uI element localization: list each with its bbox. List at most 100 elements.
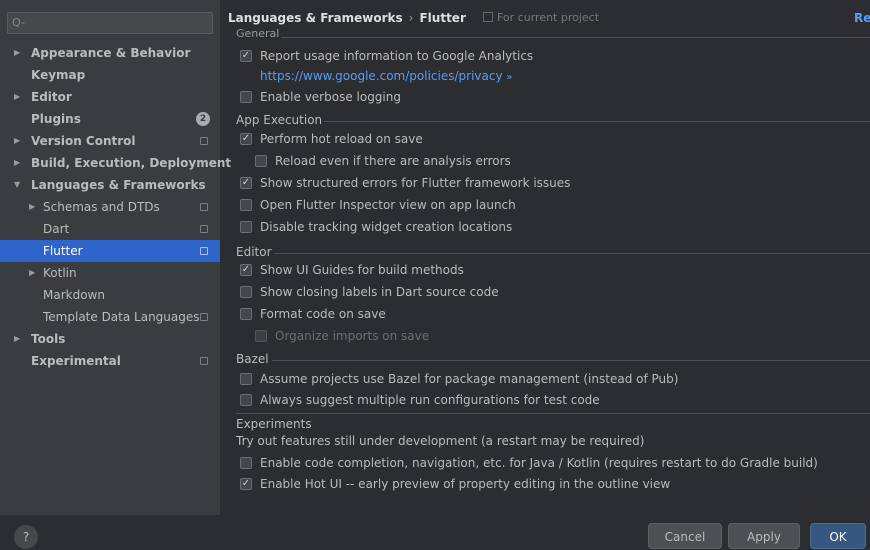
sidebar-item-template-data[interactable]: Template Data Languages (0, 306, 220, 328)
closing-labels-checkbox[interactable] (240, 286, 252, 298)
sidebar-item-build[interactable]: ▶ Build, Execution, Deployment (0, 152, 231, 174)
sidebar-item-markdown[interactable]: Markdown (0, 284, 220, 306)
section-title: Experiments (236, 417, 312, 431)
option-label: Show UI Guides for build methods (260, 263, 464, 277)
sidebar-item-label: Keymap (31, 68, 86, 82)
ui-guides-checkbox[interactable]: ✓ (240, 264, 252, 276)
option-label: Show closing labels in Dart source code (260, 285, 499, 299)
sidebar-item-experimental[interactable]: Experimental (0, 350, 220, 372)
sidebar-item-label: Appearance & Behavior (31, 46, 191, 60)
section-divider (324, 121, 870, 122)
option-label: Show structured errors for Flutter frame… (260, 176, 571, 190)
experiments-description: Try out features still under development… (236, 434, 645, 448)
expand-arrow-icon[interactable]: ▶ (14, 42, 20, 64)
sidebar-item-label: Experimental (31, 354, 121, 368)
organize-imports-checkbox (255, 330, 267, 342)
sidebar-item-label: Template Data Languages (43, 310, 200, 324)
section-title: Bazel (236, 352, 269, 366)
project-level-icon (200, 137, 208, 145)
sidebar-item-label: Flutter (43, 244, 83, 258)
project-level-icon (200, 203, 208, 211)
help-button[interactable]: ? (14, 525, 38, 549)
section-title: App Execution (236, 113, 323, 127)
sidebar-item-kotlin[interactable]: ▶ Kotlin (0, 262, 220, 284)
cancel-button[interactable]: Cancel (648, 523, 722, 549)
section-divider (281, 37, 870, 38)
section-title: General (236, 27, 280, 40)
project-level-icon (200, 313, 208, 321)
expand-arrow-icon[interactable]: ▶ (14, 130, 20, 152)
option-label: Disable tracking widget creation locatio… (260, 220, 513, 234)
sidebar-item-plugins[interactable]: Plugins 2 (0, 108, 220, 130)
sidebar-item-flutter[interactable]: Flutter (0, 240, 220, 262)
sidebar-item-dart[interactable]: Dart (0, 218, 220, 240)
sidebar-item-label: Languages & Frameworks (31, 178, 206, 192)
breadcrumb-parent[interactable]: Languages & Frameworks (228, 11, 403, 25)
sidebar-item-label: Schemas and DTDs (43, 200, 160, 214)
option-label: Organize imports on save (275, 329, 430, 343)
option-label: Enable code completion, navigation, etc.… (260, 456, 818, 470)
privacy-link-row: https://www.google.com/policies/privacy … (260, 68, 513, 84)
settings-sidebar: Q- ▶ Appearance & Behavior Keymap ▶ Edit… (0, 0, 231, 515)
sidebar-item-label: Plugins (31, 112, 81, 126)
breadcrumb-current: Flutter (419, 11, 466, 25)
sidebar-item-tools[interactable]: ▶ Tools (0, 328, 220, 350)
code-completion-checkbox[interactable] (240, 457, 252, 469)
open-inspector-checkbox[interactable] (240, 199, 252, 211)
search-input[interactable] (28, 15, 212, 33)
format-on-save-checkbox[interactable] (240, 308, 252, 320)
section-title: Editor (236, 245, 272, 259)
sidebar-item-label: Dart (43, 222, 70, 236)
assume-bazel-checkbox[interactable] (240, 373, 252, 385)
sidebar-item-label: Version Control (31, 134, 136, 148)
hot-ui-checkbox[interactable]: ✓ (240, 478, 252, 490)
sidebar-item-appearance[interactable]: ▶ Appearance & Behavior (0, 42, 220, 64)
expand-arrow-icon[interactable]: ▶ (14, 328, 20, 350)
reset-link[interactable]: Re (854, 11, 870, 25)
ok-button[interactable]: OK (810, 523, 866, 549)
sidebar-item-label: Markdown (43, 288, 105, 302)
option-label: Perform hot reload on save (260, 132, 423, 146)
breadcrumb: Languages & Frameworks › Flutter For curre… (228, 11, 870, 31)
sidebar-item-label: Kotlin (43, 266, 77, 280)
project-scope-icon (483, 12, 493, 22)
sidebar-item-languages[interactable]: ▼ Languages & Frameworks (0, 174, 220, 196)
sidebar-item-editor[interactable]: ▶ Editor (0, 86, 220, 108)
option-label: Reload even if there are analysis errors (275, 154, 511, 168)
expand-arrow-icon[interactable]: ▶ (14, 86, 20, 108)
search-field[interactable]: Q- (7, 12, 213, 34)
report-usage-checkbox[interactable]: ✓ (240, 50, 252, 62)
option-label: Report usage information to Google Analy… (260, 49, 534, 63)
option-label: Format code on save (260, 307, 386, 321)
section-divider (272, 360, 870, 361)
suggest-run-checkbox[interactable] (240, 394, 252, 406)
collapse-arrow-icon[interactable]: ▼ (14, 174, 20, 196)
sidebar-item-label: Tools (31, 332, 66, 346)
verbose-logging-checkbox[interactable] (240, 91, 252, 103)
expand-arrow-icon[interactable]: ▶ (29, 262, 35, 284)
structured-errors-checkbox[interactable]: ✓ (240, 177, 252, 189)
external-link-icon: » (506, 72, 513, 83)
disable-tracking-checkbox[interactable] (240, 221, 252, 233)
sidebar-item-schemas[interactable]: ▶ Schemas and DTDs (0, 196, 220, 218)
hot-reload-checkbox[interactable]: ✓ (240, 133, 252, 145)
breadcrumb-separator: › (408, 11, 414, 25)
expand-arrow-icon[interactable]: ▶ (14, 152, 20, 174)
option-label: Enable verbose logging (260, 90, 401, 104)
sidebar-item-keymap[interactable]: Keymap (0, 64, 220, 86)
privacy-policy-link[interactable]: https://www.google.com/policies/privacy (260, 69, 503, 83)
expand-arrow-icon[interactable]: ▶ (29, 196, 35, 218)
project-level-icon (200, 225, 208, 233)
scope-text: For current project (497, 11, 600, 24)
section-divider (274, 253, 870, 254)
dialog-footer: ? Cancel Apply OK (0, 515, 870, 549)
reload-errors-checkbox[interactable] (255, 155, 267, 167)
project-level-icon (200, 247, 208, 255)
settings-tree: ▶ Appearance & Behavior Keymap ▶ Editor … (0, 42, 231, 372)
sidebar-item-version-control[interactable]: ▶ Version Control (0, 130, 220, 152)
section-divider (236, 413, 870, 414)
search-icon: Q- (12, 16, 25, 29)
apply-button[interactable]: Apply (728, 523, 800, 549)
sidebar-item-label: Editor (31, 90, 72, 104)
option-label: Open Flutter Inspector view on app launc… (260, 198, 516, 212)
